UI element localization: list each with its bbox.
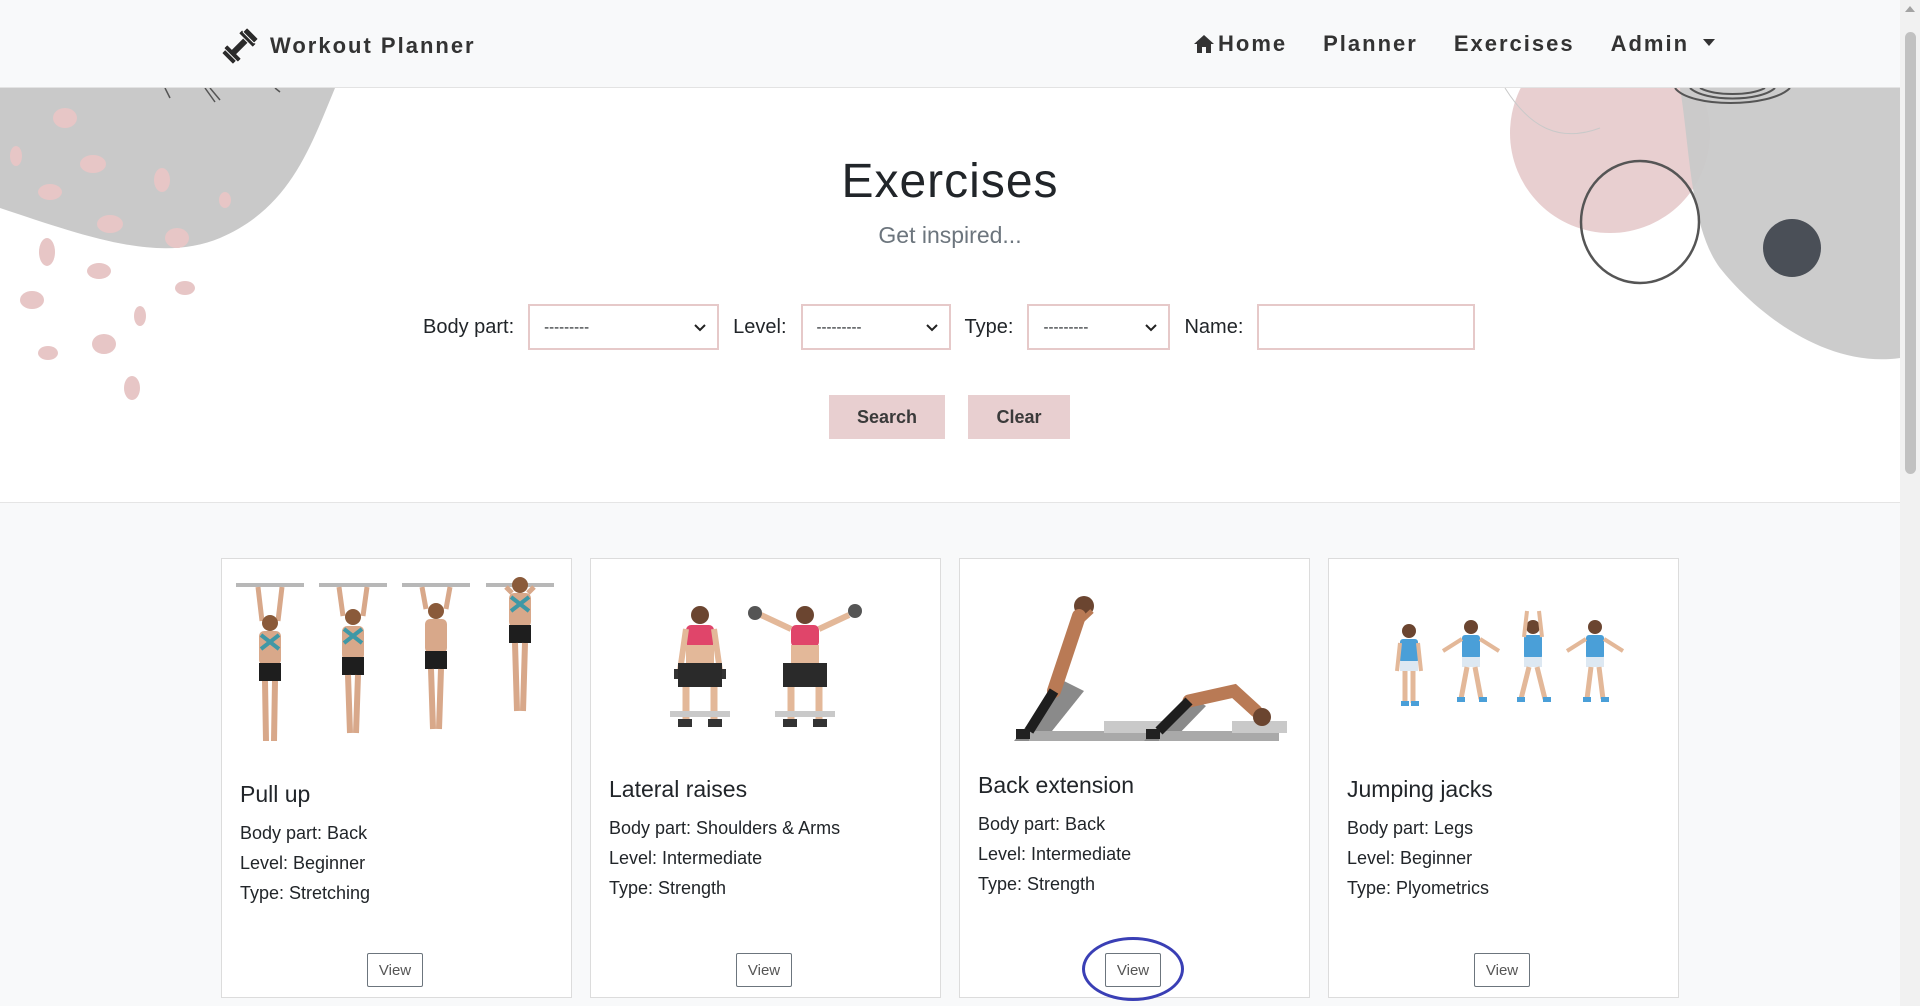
nav-planner-label: Planner [1323,31,1418,56]
exercise-type: Type: Plyometrics [1347,878,1490,898]
exercise-level: Level: Beginner [1347,848,1473,868]
brand-text: Workout Planner [270,33,476,58]
exercise-title: Back extension [978,772,1134,798]
exercise-card: Back extension Body part: Back Level: In… [959,558,1310,998]
filter-actions: Search Clear [829,395,1070,439]
chevron-down-icon [925,320,939,334]
exercise-image-back-extension [974,571,1295,757]
exercise-body-part: Body part: Legs [1347,818,1474,838]
home-icon [1194,35,1214,53]
chevron-down-icon [693,320,707,334]
exercise-body-part: Body part: Shoulders & Arms [609,818,841,838]
level-select-value: --------- [816,318,862,336]
exercise-body-part: Body part: Back [240,823,368,843]
nav-exercises[interactable]: Exercises [1454,31,1575,57]
search-button[interactable]: Search [829,395,945,439]
navbar: Workout Planner Home Planner Exercises A… [0,0,1900,88]
exercise-type: Type: Stretching [240,883,371,903]
exercise-level: Level: Intermediate [978,844,1132,864]
exercise-card: Lateral raises Body part: Shoulders & Ar… [590,558,941,998]
exercise-image-jumping-jacks [1343,571,1664,757]
chevron-down-icon [1144,320,1158,334]
brand[interactable]: Workout Planner [218,22,476,70]
page-title: Exercises [841,155,1059,208]
name-input[interactable] [1257,304,1476,350]
dumbbell-icon [221,27,259,65]
nav-admin-dropdown[interactable]: Admin [1610,31,1716,57]
level-select[interactable]: --------- [800,304,951,350]
caret-down-icon [1703,38,1716,46]
filter-form: Body part: --------- Level: --------- Ty… [423,304,1476,350]
clear-button[interactable]: Clear [968,395,1070,439]
exercise-image-lateral-raises [605,571,926,757]
exercise-cards-section: Pull up Body part: Back Level: Beginner … [0,502,1900,1006]
view-button[interactable]: View [736,953,792,987]
exercise-title: Jumping jacks [1347,776,1493,802]
exercise-image-pull-up [236,571,557,757]
type-select-value: --------- [1043,318,1089,336]
view-button[interactable]: View [367,953,423,987]
nav-admin-label: Admin [1610,31,1690,56]
body-part-select[interactable]: --------- [528,304,720,350]
type-label: Type: [964,315,1014,338]
exercise-type: Type: Strength [978,874,1096,894]
nav-exercises-label: Exercises [1453,31,1575,56]
page-scrollbar[interactable] [1900,0,1920,1006]
exercise-title: Lateral raises [609,776,748,802]
decorative-background [0,88,1900,400]
exercise-card: Pull up Body part: Back Level: Beginner … [221,558,572,998]
exercise-type: Type: Strength [609,878,727,898]
page-subtitle: Get inspired... [878,222,1022,248]
nav-planner[interactable]: Planner [1323,31,1418,57]
exercise-card: Jumping jacks Body part: Legs Level: Beg… [1328,558,1679,998]
body-part-label: Body part: [423,315,515,338]
view-button[interactable]: View [1474,953,1530,987]
nav-home[interactable]: Home [1192,31,1287,57]
scroll-up-icon[interactable] [1905,6,1915,12]
exercise-title: Pull up [240,781,311,807]
body-part-select-value: --------- [544,318,590,336]
exercise-body-part: Body part: Back [978,814,1106,834]
nav-home-label: Home [1218,31,1288,56]
type-select[interactable]: --------- [1027,304,1171,350]
nav-links: Home Planner Exercises Admin [1192,26,1716,62]
level-label: Level: [733,315,787,338]
exercise-level: Level: Beginner [240,853,366,873]
view-button[interactable]: View [1105,953,1161,987]
scrollbar-thumb[interactable] [1905,32,1916,474]
exercise-level: Level: Intermediate [609,848,763,868]
hero-section: Exercises Get inspired... Body part: ---… [0,88,1900,502]
name-label: Name: [1184,315,1244,338]
